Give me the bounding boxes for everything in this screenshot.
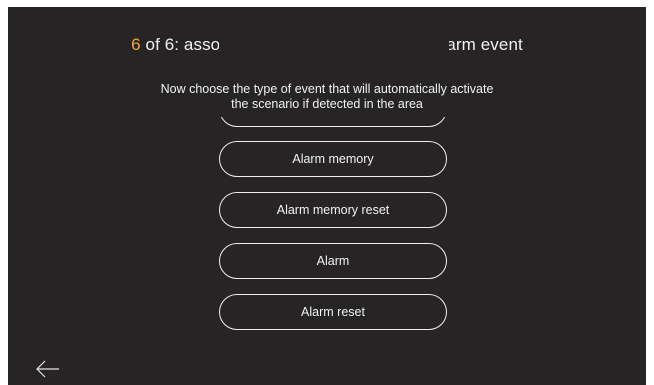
screen: 6 of 6: associating the scenario with an… — [8, 7, 646, 385]
option-alarm[interactable]: Alarm — [219, 243, 447, 279]
back-button[interactable] — [35, 359, 61, 379]
instruction-line-2: the scenario if detected in the area — [231, 97, 423, 111]
instruction-line-1: Now choose the type of event that will a… — [160, 82, 494, 96]
instruction-text: Now choose the type of event that will a… — [8, 82, 646, 112]
option-alarm-reset[interactable]: Alarm reset — [219, 294, 447, 330]
option-alarm-memory[interactable]: Alarm memory — [219, 141, 447, 177]
option-alarm-memory-reset[interactable]: Alarm memory reset — [219, 192, 447, 228]
event-options-list[interactable]: Disinserimento PAN Alarm memory Alarm me… — [219, 7, 449, 337]
arrow-left-icon — [36, 360, 59, 378]
step-number: 6 — [131, 35, 141, 54]
